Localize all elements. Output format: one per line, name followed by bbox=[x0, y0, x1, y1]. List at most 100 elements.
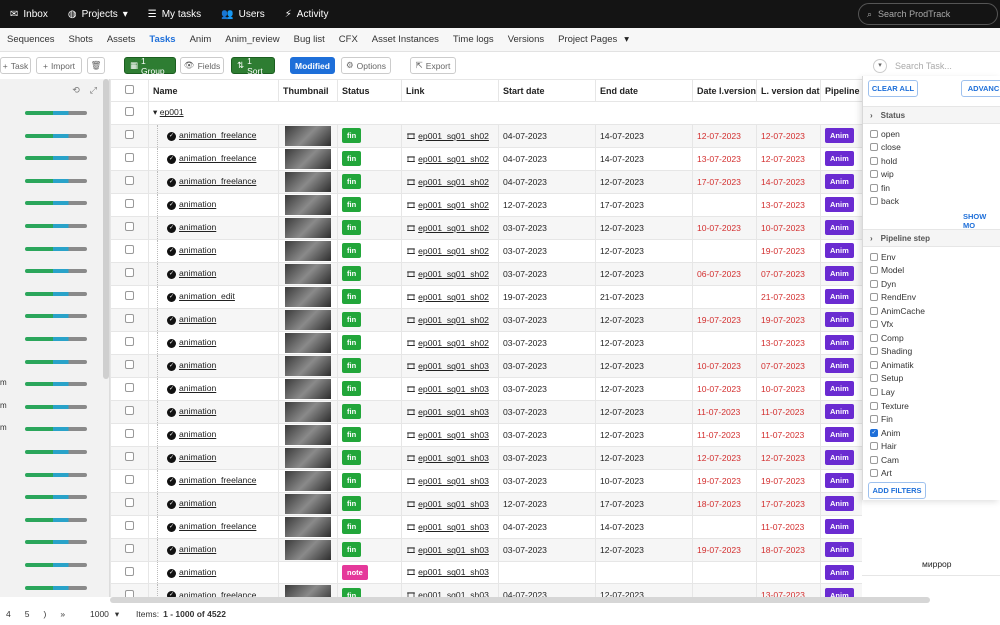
link-cell[interactable]: 🎞 ep001_sq01_sh03 bbox=[401, 537, 499, 562]
filter-checkbox[interactable]: ✓ bbox=[870, 428, 878, 437]
task-name-cell[interactable]: ✓ animation bbox=[148, 238, 279, 263]
row-checkbox[interactable] bbox=[125, 268, 134, 278]
row-checkbox[interactable] bbox=[125, 475, 134, 485]
shot-link[interactable]: ep001_sq01_sh03 bbox=[418, 407, 489, 417]
row-select-cell[interactable] bbox=[110, 560, 149, 585]
status-cell[interactable]: fin bbox=[337, 468, 402, 493]
topnav-inbox[interactable]: ✉ Inbox bbox=[0, 0, 58, 28]
task-name-cell[interactable]: ✓ animation bbox=[148, 307, 279, 332]
date-last-version-cell[interactable]: 12-07-2023 bbox=[692, 123, 757, 148]
link-cell[interactable]: 🎞 ep001_sq01_sh03 bbox=[401, 468, 499, 493]
end-date-cell[interactable]: 14-07-2023 bbox=[595, 514, 693, 539]
last-version-date-cell[interactable]: 13-07-2023 bbox=[756, 583, 821, 597]
thumbnail-image[interactable] bbox=[285, 401, 331, 422]
task-name-cell[interactable]: ✓ animation_freelance bbox=[148, 146, 279, 171]
thumbnail-cell[interactable] bbox=[278, 583, 338, 597]
filter-checkbox[interactable] bbox=[870, 156, 878, 165]
filter-checkbox[interactable] bbox=[870, 197, 878, 206]
left-panel-row[interactable]: m bbox=[0, 372, 100, 394]
link-cell[interactable]: 🎞 ep001_sq01_sh03 bbox=[401, 514, 499, 539]
row-select-cell[interactable] bbox=[110, 284, 149, 309]
task-name-link[interactable]: animation_freelance bbox=[179, 130, 256, 140]
thumbnail-cell[interactable] bbox=[278, 560, 338, 585]
fields-button[interactable]: 👁 Fields bbox=[180, 57, 224, 74]
date-last-version-cell[interactable] bbox=[692, 284, 757, 309]
pipeline-cell[interactable]: Anim bbox=[820, 353, 862, 378]
pipeline-cell[interactable]: Anim bbox=[820, 399, 862, 424]
row-select-cell[interactable] bbox=[110, 146, 149, 171]
status-cell[interactable]: fin bbox=[337, 215, 402, 240]
end-date-cell[interactable]: 12-07-2023 bbox=[595, 399, 693, 424]
task-name-cell[interactable]: ✓ animation bbox=[148, 215, 279, 240]
thumbnail-image[interactable] bbox=[285, 470, 331, 491]
row-checkbox[interactable] bbox=[125, 544, 134, 554]
tab-anim[interactable]: Anim bbox=[183, 28, 219, 52]
status-cell[interactable]: fin bbox=[337, 307, 402, 332]
thumbnail-cell[interactable] bbox=[278, 192, 338, 217]
filter-checkbox[interactable] bbox=[870, 252, 878, 261]
tab-cfx[interactable]: CFX bbox=[332, 28, 365, 52]
modified-button[interactable]: Modified bbox=[290, 57, 335, 74]
date-last-version-cell[interactable]: 11-07-2023 bbox=[692, 422, 757, 447]
shot-link[interactable]: ep001_sq01_sh02 bbox=[418, 223, 489, 233]
left-panel-row[interactable] bbox=[0, 530, 100, 552]
thumbnail-cell[interactable] bbox=[278, 146, 338, 171]
row-select-cell[interactable] bbox=[110, 330, 149, 355]
start-date-cell[interactable]: 03-07-2023 bbox=[498, 307, 596, 332]
thumbnail-cell[interactable] bbox=[278, 491, 338, 516]
row-select-cell[interactable] bbox=[110, 537, 149, 562]
status-badge[interactable]: fin bbox=[342, 335, 362, 351]
global-search[interactable]: ⌕ Search ProdTrack bbox=[858, 3, 998, 25]
link-cell[interactable]: 🎞 ep001_sq01_sh02 bbox=[401, 261, 499, 286]
link-cell[interactable]: 🎞 ep001_sq01_sh02 bbox=[401, 330, 499, 355]
date-last-version-cell[interactable]: 17-07-2023 bbox=[692, 169, 757, 194]
date-last-version-cell[interactable]: 18-07-2023 bbox=[692, 491, 757, 516]
task-name-link[interactable]: animation bbox=[179, 567, 216, 577]
link-cell[interactable]: 🎞 ep001_sq01_sh02 bbox=[401, 123, 499, 148]
pipeline-badge[interactable]: Anim bbox=[825, 220, 854, 236]
link-cell[interactable]: 🎞 ep001_sq01_sh02 bbox=[401, 284, 499, 309]
shot-link[interactable]: ep001_sq01_sh03 bbox=[418, 361, 489, 371]
thumbnail-cell[interactable] bbox=[278, 307, 338, 332]
row-checkbox[interactable] bbox=[125, 176, 134, 186]
start-date-cell[interactable]: 03-07-2023 bbox=[498, 445, 596, 470]
date-last-version-cell[interactable]: 19-07-2023 bbox=[692, 537, 757, 562]
date-last-version-cell[interactable]: 10-07-2023 bbox=[692, 215, 757, 240]
status-cell[interactable]: fin bbox=[337, 192, 402, 217]
row-checkbox[interactable] bbox=[125, 498, 134, 508]
filter-checkbox[interactable] bbox=[870, 455, 878, 464]
status-badge[interactable]: fin bbox=[342, 312, 362, 328]
pipeline-cell[interactable]: Anim bbox=[820, 537, 862, 562]
shot-link[interactable]: ep001_sq01_sh02 bbox=[418, 154, 489, 164]
task-name-cell[interactable]: ✓ animation bbox=[148, 399, 279, 424]
table-row[interactable]: ✓ animation fin 🎞 ep001_sq01_sh03 03-07-2023 1… bbox=[110, 376, 862, 401]
task-name-link[interactable]: animation bbox=[179, 314, 216, 324]
link-cell[interactable]: 🎞 ep001_sq01_sh02 bbox=[401, 146, 499, 171]
thumbnail-cell[interactable] bbox=[278, 468, 338, 493]
end-date-cell[interactable]: 12-07-2023 bbox=[595, 537, 693, 562]
last-version-date-cell[interactable]: 10-07-2023 bbox=[756, 376, 821, 401]
table-row[interactable]: ✓ animation fin 🎞 ep001_sq01_sh02 03-07-2023 1… bbox=[110, 330, 862, 355]
shot-link[interactable]: ep001_sq01_sh02 bbox=[418, 269, 489, 279]
thumbnail-cell[interactable] bbox=[278, 169, 338, 194]
status-cell[interactable]: fin bbox=[337, 514, 402, 539]
left-panel-row[interactable] bbox=[0, 101, 100, 123]
pipeline-cell[interactable]: Anim bbox=[820, 284, 862, 309]
link-cell[interactable]: 🎞 ep001_sq01_sh02 bbox=[401, 238, 499, 263]
last-version-date-cell[interactable]: 14-07-2023 bbox=[756, 169, 821, 194]
end-date-cell[interactable]: 12-07-2023 bbox=[595, 169, 693, 194]
pipeline-badge[interactable]: Anim bbox=[825, 151, 854, 167]
task-name-cell[interactable]: ✓ animation bbox=[148, 330, 279, 355]
date-last-version-cell[interactable] bbox=[692, 560, 757, 585]
status-badge[interactable]: fin bbox=[342, 496, 362, 512]
filter-checkbox[interactable] bbox=[870, 401, 878, 410]
date-last-version-cell[interactable] bbox=[692, 514, 757, 539]
thumbnail-image[interactable] bbox=[285, 217, 331, 238]
table-row[interactable]: ✓ animation fin 🎞 ep001_sq01_sh02 03-07-2023 1… bbox=[110, 307, 862, 332]
row-checkbox[interactable] bbox=[125, 566, 134, 576]
table-row[interactable]: ✓ animation_freelance fin 🎞 ep001_sq01_sh03 0… bbox=[110, 514, 862, 539]
tab-versions[interactable]: Versions bbox=[501, 28, 551, 52]
row-select-cell[interactable] bbox=[110, 468, 149, 493]
table-row[interactable]: ✓ animation fin 🎞 ep001_sq01_sh03 03-07-2023 1… bbox=[110, 537, 862, 562]
last-version-date-cell[interactable]: 11-07-2023 bbox=[756, 399, 821, 424]
